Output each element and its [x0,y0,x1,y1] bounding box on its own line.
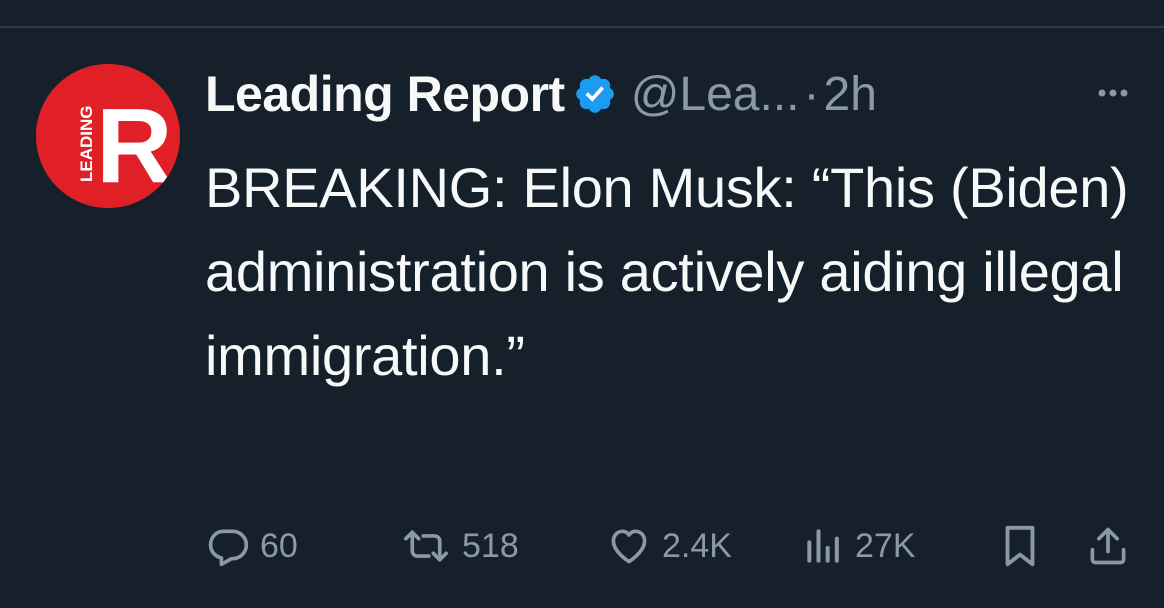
views-button[interactable]: 27K [803,516,916,576]
like-count: 2.4K [662,526,732,565]
reply-count: 60 [260,526,298,565]
views-chart-icon [803,524,845,568]
avatar[interactable]: LEADING R [36,64,180,208]
avatar-letter: R [96,87,173,205]
handle[interactable]: @Lea... [631,67,800,122]
tweet-header: Leading Report @Lea... · 2h [205,64,877,124]
share-icon [1086,523,1130,569]
bookmark-icon [1000,523,1040,569]
retweet-count: 518 [462,526,519,565]
separator-dot: · [803,67,820,121]
reply-icon [206,524,250,568]
like-button[interactable]: 2.4K [606,516,732,576]
retweet-button[interactable]: 518 [400,516,519,576]
display-name[interactable]: Leading Report [205,65,565,123]
tweet-card[interactable]: LEADING R Leading Report @Lea... · 2h BR… [0,0,1164,608]
retweet-icon [400,524,452,568]
more-dots-icon[interactable] [1082,78,1142,108]
leading-report-logo: LEADING R [36,64,180,208]
divider [0,26,1164,28]
heart-icon [606,524,652,568]
tweet-text: BREAKING: Elon Musk: “This (Biden) admin… [205,156,1129,387]
action-bar: 60 518 2.4K 27K [0,516,1164,576]
bookmark-button[interactable] [1000,516,1040,576]
views-count: 27K [855,526,916,565]
share-button[interactable] [1086,516,1130,576]
avatar-side-text: LEADING [77,106,96,183]
reply-button[interactable]: 60 [206,516,298,576]
timestamp[interactable]: 2h [824,67,877,122]
verified-badge-icon [573,72,617,116]
